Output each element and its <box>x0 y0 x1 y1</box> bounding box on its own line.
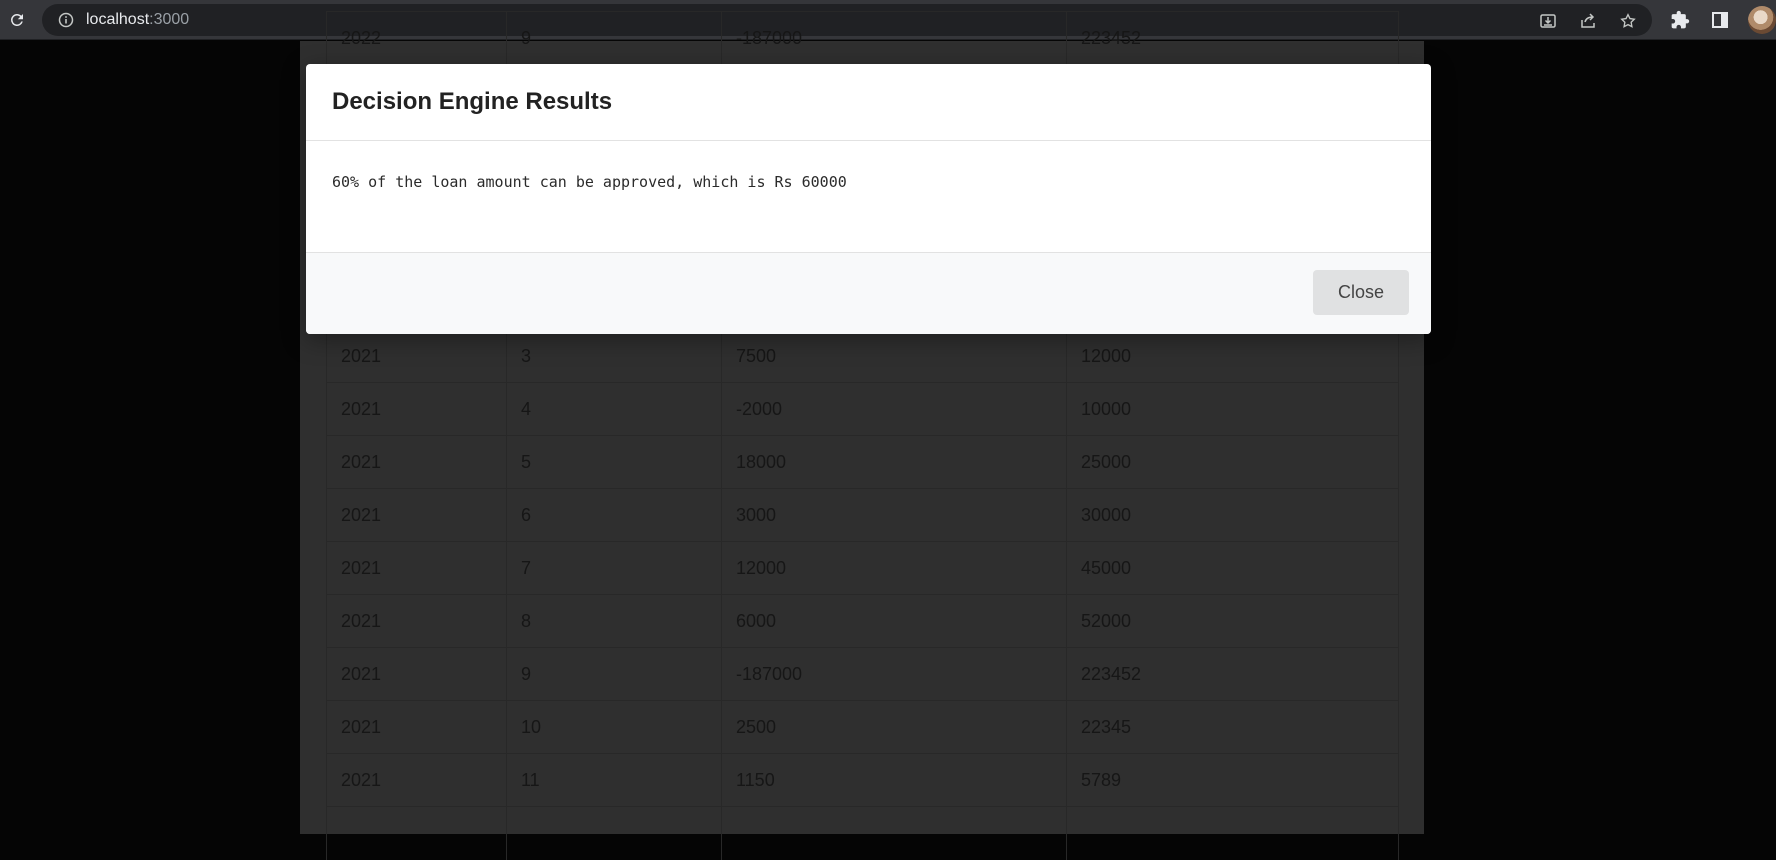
month-cell: 11 <box>506 753 722 807</box>
year-cell: 2021 <box>326 382 507 436</box>
assets-cell: 223452 <box>1066 647 1399 701</box>
year-cell: 2021 <box>326 753 507 807</box>
profit-cell: -187000 <box>721 11 1067 65</box>
year-cell: 2021 <box>326 329 507 383</box>
year-cell: 2021 <box>326 488 507 542</box>
year-cell: 2021 <box>326 594 507 648</box>
month-cell: 3 <box>506 329 722 383</box>
month-cell: 5 <box>506 435 722 489</box>
modal-body <box>306 141 1431 252</box>
assets-cell: 223452 <box>1066 11 1399 65</box>
share-icon[interactable] <box>1579 12 1597 30</box>
url-port: :3000 <box>149 11 190 28</box>
assets-cell: 12000 <box>1066 329 1399 383</box>
side-panel-icon[interactable] <box>1710 10 1730 30</box>
profit-cell: 6000 <box>721 594 1067 648</box>
profit-cell: -187000 <box>721 647 1067 701</box>
url-text[interactable]: localhost:3000 <box>86 11 189 29</box>
month-cell: 4 <box>506 382 722 436</box>
year-cell: 2021 <box>326 541 507 595</box>
star-icon[interactable] <box>1619 12 1637 30</box>
month-cell: 10 <box>506 700 722 754</box>
month-cell: 9 <box>506 11 722 65</box>
year-cell: 2022 <box>326 11 507 65</box>
url-host: localhost <box>86 11 150 28</box>
modal-header: Decision Engine Results <box>306 64 1431 141</box>
avatar[interactable] <box>1748 6 1776 34</box>
year-cell: 2021 <box>326 700 507 754</box>
table-row: 2021 10 2500 22345 <box>326 700 1399 754</box>
month-cell: 9 <box>506 647 722 701</box>
profit-cell: 2500 <box>721 700 1067 754</box>
profit-cell: 7500 <box>721 329 1067 383</box>
month-cell <box>506 806 722 860</box>
profit-cell: 18000 <box>721 435 1067 489</box>
table-row: 2021 11 1150 5789 <box>326 753 1399 807</box>
table-row <box>326 806 1399 860</box>
month-cell: 8 <box>506 594 722 648</box>
month-cell: 7 <box>506 541 722 595</box>
table-row: 2021 8 6000 52000 <box>326 594 1399 648</box>
profit-cell: 12000 <box>721 541 1067 595</box>
modal-title: Decision Engine Results <box>332 88 613 115</box>
assets-cell: 52000 <box>1066 594 1399 648</box>
table-row: 2021 4 -2000 10000 <box>326 382 1399 436</box>
profit-cell: 3000 <box>721 488 1067 542</box>
year-cell <box>326 806 507 860</box>
assets-cell: 25000 <box>1066 435 1399 489</box>
assets-cell: 10000 <box>1066 382 1399 436</box>
table-row: 2021 9 -187000 223452 <box>326 647 1399 701</box>
year-cell: 2021 <box>326 435 507 489</box>
info-icon[interactable] <box>58 12 74 28</box>
assets-cell <box>1066 806 1399 860</box>
assets-cell: 30000 <box>1066 488 1399 542</box>
assets-cell: 22345 <box>1066 700 1399 754</box>
table-row: 2021 5 18000 25000 <box>326 435 1399 489</box>
table-row: 2021 6 3000 30000 <box>326 488 1399 542</box>
profit-cell: 1150 <box>721 753 1067 807</box>
reload-icon[interactable] <box>6 9 28 31</box>
assets-cell: 5789 <box>1066 753 1399 807</box>
assets-cell: 45000 <box>1066 541 1399 595</box>
profit-cell <box>721 806 1067 860</box>
table-row: 2021 3 7500 12000 <box>326 329 1399 383</box>
profit-cell: -2000 <box>721 382 1067 436</box>
year-cell: 2021 <box>326 647 507 701</box>
table-row: 2022 9 -187000 223452 <box>326 11 1399 65</box>
month-cell: 6 <box>506 488 722 542</box>
extensions-icon[interactable] <box>1670 10 1690 30</box>
decision-results-modal: Decision Engine Results 60% of the loan … <box>306 64 1431 334</box>
table-row: 2021 7 12000 45000 <box>326 541 1399 595</box>
install-icon[interactable] <box>1539 12 1557 30</box>
modal-message: 60% of the loan amount can be approved, … <box>332 173 847 191</box>
close-button[interactable]: Close <box>1313 270 1409 315</box>
modal-footer: Close <box>306 252 1431 334</box>
